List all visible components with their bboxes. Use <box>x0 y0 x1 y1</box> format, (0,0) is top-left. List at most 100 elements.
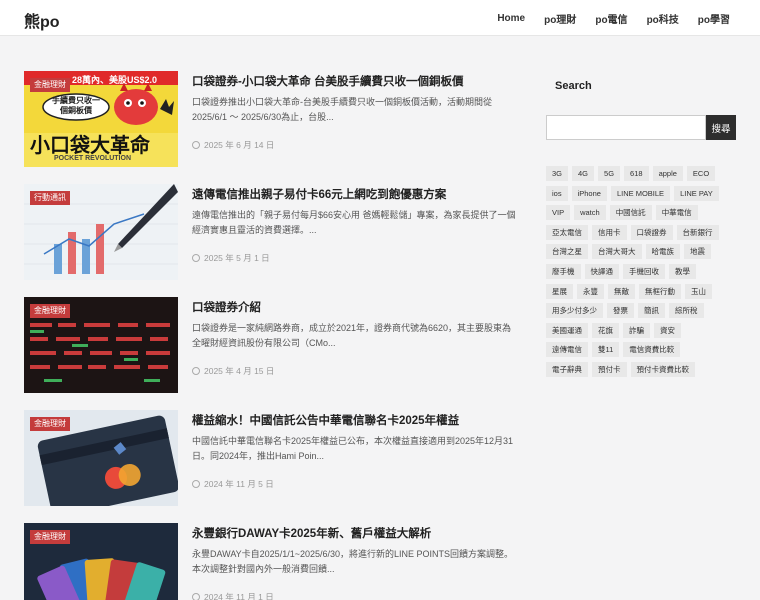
tag-link[interactable]: 電信資費比較 <box>623 342 681 358</box>
search-button[interactable]: 搜尋 <box>706 115 736 140</box>
thumb-bubble-text: 手續費只收一個銅板價 <box>52 96 100 115</box>
post-date-text: 2024 年 11 月 1 日 <box>204 592 274 600</box>
tag-link[interactable]: apple <box>652 166 683 181</box>
tag-link[interactable]: 618 <box>624 166 649 181</box>
post-excerpt: 口袋證券是一家純網路券商，成立於2021年，證券商代號為6620，其主要股東為全… <box>192 323 512 348</box>
tag-row: 遠傳電信 雙11 電信資費比較 <box>546 342 738 362</box>
post-excerpt: 永豐DAWAY卡自2025/1/1~2025/6/30，將進行新的LINE PO… <box>192 549 514 574</box>
tag-link[interactable]: 美國運通 <box>546 322 588 338</box>
category-badge[interactable]: 金融理財 <box>30 304 70 318</box>
post-date-text: 2025 年 5 月 1 日 <box>204 253 270 263</box>
post-thumbnail[interactable]: 金融理財 <box>24 410 178 506</box>
tag-link[interactable]: 遠傳電信 <box>546 342 588 358</box>
tag-row: 台灣之星 台灣大哥大 哈電族 地震 <box>546 244 738 264</box>
thumb-big-text: 小口袋大革命 <box>30 135 150 157</box>
tag-link[interactable]: 5G <box>598 166 621 181</box>
tag-link[interactable]: 永豐 <box>577 283 604 299</box>
tag-row: 電子辭典 預付卡 預付卡資費比較 <box>546 361 738 382</box>
post-item: 金融理財 永豐銀行DAWAY卡2025年新、舊戶權益大解析 永豐DAWAY卡自2… <box>24 523 518 600</box>
post-item: 金融理財 權益縮水！中國信託公告中華電信聯名卡2025年權益 中國信託中華電信聯… <box>24 410 518 506</box>
clock-icon <box>192 367 200 375</box>
nav-home[interactable]: Home <box>497 13 525 24</box>
post-item: 金融理財 口袋證券介紹 口袋證券是一家純網路券商，成立於2021年，證券商代號為… <box>24 297 518 393</box>
tag-link[interactable]: 雙11 <box>592 342 620 358</box>
tag-link[interactable]: 台灣大哥大 <box>592 244 642 260</box>
tag-link[interactable]: 用多少付多少 <box>546 303 603 319</box>
clock-icon <box>192 593 200 600</box>
tag-link[interactable]: 亞太電信 <box>546 224 588 240</box>
tag-link[interactable]: 信用卡 <box>592 224 627 240</box>
post-date: 2025 年 5 月 1 日 <box>192 252 270 264</box>
post-date: 2024 年 11 月 5 日 <box>192 478 274 490</box>
tag-link[interactable]: 星展 <box>546 283 573 299</box>
tag-link[interactable]: 3G <box>546 166 569 181</box>
category-badge[interactable]: 行動通訊 <box>30 191 70 205</box>
thumb-sub-text: POCKET REVOLUTION <box>54 155 132 162</box>
tag-link[interactable]: 中國信託 <box>609 205 652 221</box>
nav-po-telecom[interactable]: po電信 <box>595 11 627 26</box>
post-date-text: 2025 年 4 月 15 日 <box>204 366 275 376</box>
tag-link[interactable]: 詐騙 <box>623 322 650 338</box>
tag-link[interactable]: 預付卡 <box>592 361 627 377</box>
tag-link[interactable]: 廢手機 <box>546 263 581 279</box>
tag-link[interactable]: LINE MOBILE <box>610 185 671 201</box>
main-nav: Home po理財 po電信 po科技 po學習 <box>478 0 730 36</box>
post-title[interactable]: 口袋證券介紹 <box>192 299 261 315</box>
tag-row: ios iPhone LINE MOBILE LINE PAY <box>546 185 738 206</box>
tag-row: VIP watch 中國信託 中華電信 <box>546 205 738 225</box>
tag-link[interactable]: 哈電族 <box>645 244 680 260</box>
tag-row: 美國運通 花旗 詐騙 資安 <box>546 322 738 343</box>
tag-link[interactable]: LINE PAY <box>674 185 719 201</box>
nav-po-tech[interactable]: po科技 <box>647 11 679 26</box>
post-excerpt: 口袋證券推出小口袋大革命-台美股手續費只收一個銅板價活動，活動期間從2025/6… <box>192 97 492 122</box>
tag-link[interactable]: 無框行動 <box>639 283 681 299</box>
category-badge[interactable]: 金融理財 <box>30 417 70 431</box>
tag-link[interactable]: 中華電信 <box>655 205 698 221</box>
category-badge[interactable]: 金融理財 <box>30 78 70 92</box>
tag-link[interactable]: 花旗 <box>592 322 619 338</box>
tag-link[interactable]: 無敵 <box>608 283 635 299</box>
tag-link[interactable]: 手機回收 <box>623 263 665 279</box>
post-date: 2024 年 11 月 1 日 <box>192 591 274 600</box>
tag-link[interactable]: watch <box>574 205 606 221</box>
tag-row: 3G 4G 5G 618 apple ECO <box>546 166 738 186</box>
post-title[interactable]: 權益縮水！中國信託公告中華電信聯名卡2025年權益 <box>192 412 459 428</box>
tag-link[interactable]: 電子辭典 <box>546 361 588 377</box>
tag-link[interactable]: 簡訊 <box>638 303 665 319</box>
category-badge[interactable]: 金融理財 <box>30 530 70 544</box>
tag-link[interactable]: 綜所稅 <box>669 303 704 319</box>
post-title[interactable]: 遠傳電信推出親子易付卡66元上網吃到飽優惠方案 <box>192 186 446 202</box>
clock-icon <box>192 141 200 149</box>
tag-link[interactable]: 口袋證券 <box>630 224 673 240</box>
tag-link[interactable]: 預付卡資費比較 <box>630 361 695 377</box>
post-thumbnail[interactable]: 金融理財 <box>24 297 178 393</box>
tag-link[interactable]: VIP <box>546 205 571 221</box>
tag-link[interactable]: 台灣之星 <box>546 244 588 260</box>
tag-link[interactable]: 玉山 <box>685 283 712 299</box>
tag-link[interactable]: 發票 <box>607 303 634 319</box>
clock-icon <box>192 480 200 488</box>
tag-link[interactable]: 資安 <box>654 322 681 338</box>
tag-link[interactable]: ECO <box>686 166 716 181</box>
search-widget-title: Search <box>555 80 592 92</box>
clock-icon <box>192 254 200 262</box>
tag-link[interactable]: 地震 <box>684 244 711 260</box>
tag-link[interactable]: 教學 <box>669 263 696 279</box>
site-logo[interactable]: 熊po <box>24 8 60 32</box>
post-title[interactable]: 口袋證券-小口袋大革命 台美股手續費只收一個銅板價 <box>192 73 464 89</box>
post-title[interactable]: 永豐銀行DAWAY卡2025年新、舊戶權益大解析 <box>192 525 431 541</box>
tag-link[interactable]: 台新銀行 <box>676 224 719 240</box>
post-thumbnail[interactable]: 金融理財 28萬內、美股US$2.0 手續費只收一個銅板價 小口袋大革命 POC… <box>24 71 178 167</box>
search-input[interactable] <box>546 115 706 140</box>
post-thumbnail[interactable]: 行動通訊 <box>24 184 178 280</box>
nav-po-finance[interactable]: po理財 <box>544 11 576 26</box>
post-thumbnail[interactable]: 金融理財 <box>24 523 178 600</box>
tag-link[interactable]: iPhone <box>571 185 607 201</box>
post-excerpt: 中國信託中華電信聯名卡2025年權益已公布，本次權益直接適用到2025年12月3… <box>192 436 514 461</box>
tag-cloud: 3G 4G 5G 618 apple ECO ios iPhone LINE MOBILE LIN… <box>546 166 738 382</box>
tag-link[interactable]: 4G <box>572 166 595 181</box>
nav-po-learning[interactable]: po學習 <box>698 11 730 26</box>
tag-link[interactable]: 快譯通 <box>584 263 619 279</box>
tag-link[interactable]: ios <box>546 185 568 201</box>
post-date: 2025 年 6 月 14 日 <box>192 139 274 151</box>
